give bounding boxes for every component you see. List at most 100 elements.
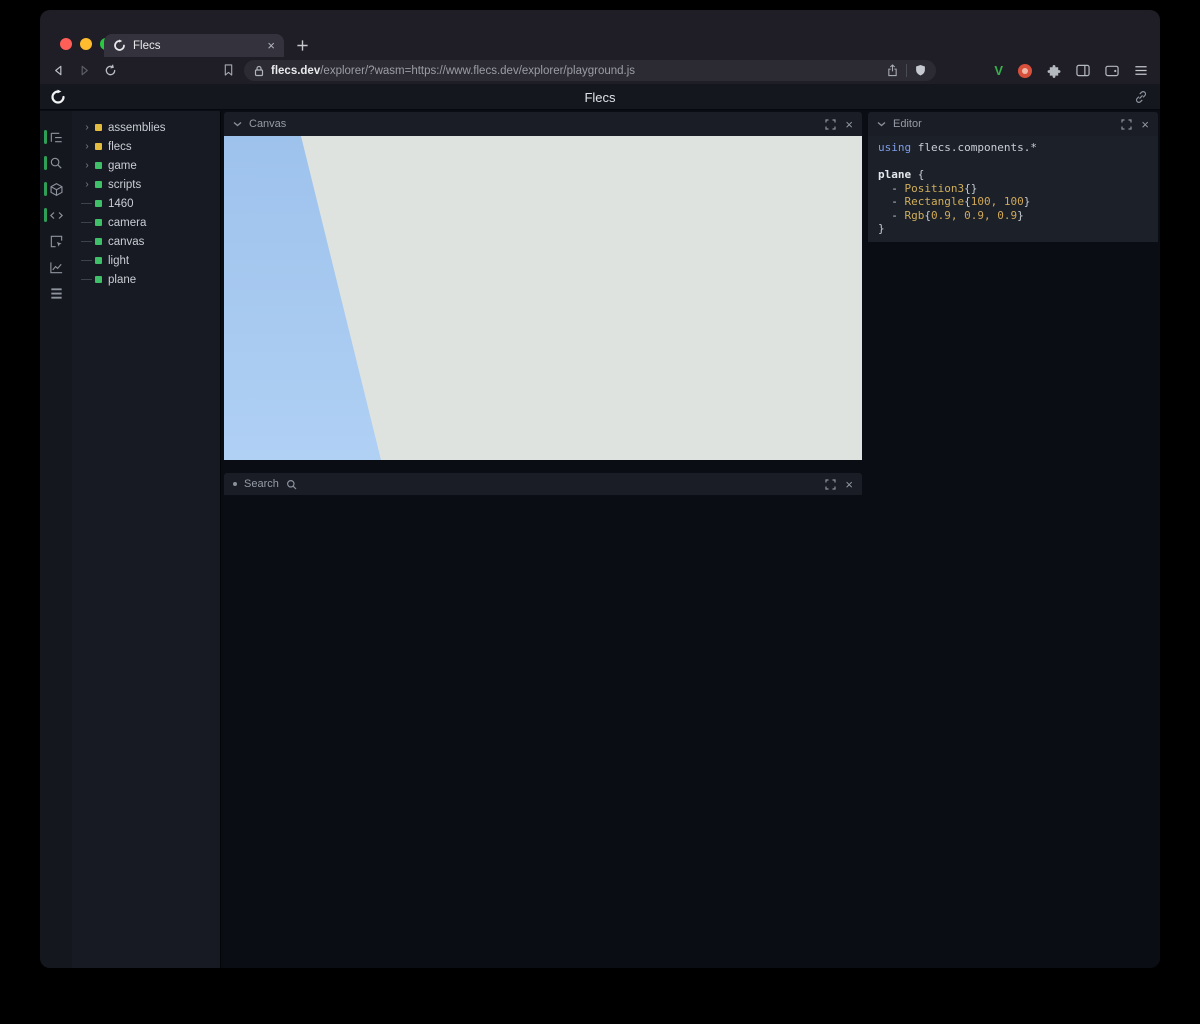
sidebar-item-components[interactable] <box>40 176 72 202</box>
editor-panel: Editor × using flecs.components.* plane … <box>868 112 1158 242</box>
code-line: - Rgb{0.9, 0.9, 0.9} <box>878 209 1148 223</box>
chevron-right-icon[interactable]: › <box>81 160 93 171</box>
tree-item-plane[interactable]: plane <box>72 270 220 289</box>
active-indicator <box>44 130 47 144</box>
browser-window: Flecs × flecs.dev/explorer/?wasm <box>40 10 1160 968</box>
tree-item-1460[interactable]: 1460 <box>72 194 220 213</box>
new-tab-button[interactable] <box>296 39 309 52</box>
tree-guide-line <box>81 222 92 223</box>
link-icon[interactable] <box>1134 90 1148 104</box>
code-line: - Rectangle{100, 100} <box>878 195 1148 209</box>
tool-sidebar <box>40 111 72 968</box>
sidebar-item-inspector[interactable] <box>40 228 72 254</box>
tree-item-camera[interactable]: camera <box>72 213 220 232</box>
entity-color-swatch <box>95 143 102 150</box>
url-text: flecs.dev/explorer/?wasm=https://www.fle… <box>271 65 635 77</box>
tab-close-icon[interactable]: × <box>267 39 275 52</box>
tab-bar: Flecs × <box>40 10 1160 57</box>
tab-title: Flecs <box>133 40 260 52</box>
tree-item-scripts[interactable]: ›scripts <box>72 175 220 194</box>
sidebar-item-query[interactable] <box>40 150 72 176</box>
sidebar-item-entities[interactable] <box>40 124 72 150</box>
code-line <box>878 155 1148 169</box>
url-path: /explorer/?wasm=https://www.flecs.dev/ex… <box>320 65 635 77</box>
tree-item-label: plane <box>108 274 136 286</box>
shield-icon[interactable] <box>915 64 926 77</box>
page-title: Flecs <box>40 90 1160 105</box>
code-icon <box>49 208 64 223</box>
tree-guide-line <box>81 203 92 204</box>
chevron-down-icon[interactable] <box>233 121 242 127</box>
rows-icon <box>49 286 64 301</box>
search-icon <box>49 156 64 171</box>
close-icon[interactable]: × <box>845 118 853 131</box>
code-line: - Position3{} <box>878 182 1148 196</box>
share-icon[interactable] <box>887 64 898 77</box>
close-icon[interactable]: × <box>1141 118 1149 131</box>
search-panel: Search × <box>224 473 862 495</box>
close-icon[interactable]: × <box>845 478 853 491</box>
tree-item-light[interactable]: light <box>72 251 220 270</box>
magnifier-icon <box>286 479 297 490</box>
v-extension-icon[interactable]: V <box>994 63 1003 78</box>
panel-title: Editor <box>893 118 922 130</box>
lock-icon <box>254 65 264 77</box>
chevron-right-icon[interactable]: › <box>81 122 93 133</box>
entity-color-swatch <box>95 276 102 283</box>
search-panel-header[interactable]: Search × <box>224 473 862 495</box>
active-indicator <box>44 156 47 170</box>
tree-item-flecs[interactable]: › flecs <box>72 137 220 156</box>
tree-item-game[interactable]: ›game <box>72 156 220 175</box>
entity-color-swatch <box>95 200 102 207</box>
entity-color-swatch <box>95 124 102 131</box>
menu-icon[interactable] <box>1134 64 1148 77</box>
reload-button[interactable] <box>104 64 117 77</box>
tree-item-label: flecs <box>108 141 132 153</box>
collapsed-dot-icon[interactable] <box>233 482 237 486</box>
url-bar[interactable]: flecs.dev/explorer/?wasm=https://www.fle… <box>244 60 936 81</box>
canvas-sky-region <box>224 136 862 460</box>
forward-button[interactable] <box>78 64 91 77</box>
sidebar-item-scripts[interactable] <box>40 202 72 228</box>
sidebar-item-statistics[interactable] <box>40 254 72 280</box>
red-extension-icon[interactable] <box>1018 64 1032 78</box>
browser-tab[interactable]: Flecs × <box>104 34 284 57</box>
tree-item-label: canvas <box>108 236 144 248</box>
fullscreen-icon[interactable] <box>1121 119 1132 130</box>
canvas-panel-header[interactable]: Canvas × <box>224 112 862 136</box>
url-domain: flecs.dev <box>271 65 320 77</box>
chevron-right-icon[interactable]: › <box>81 141 93 152</box>
close-window-button[interactable] <box>60 38 72 50</box>
tree-guide-line <box>81 241 92 242</box>
back-button[interactable] <box>52 64 65 77</box>
chevron-down-icon[interactable] <box>877 121 886 127</box>
active-indicator <box>44 182 47 196</box>
puzzle-icon[interactable] <box>1047 64 1061 78</box>
tree-item-label: 1460 <box>108 198 134 210</box>
canvas-3d-viewport[interactable] <box>224 136 862 460</box>
wallet-icon[interactable] <box>1105 64 1119 77</box>
tree-item-assemblies[interactable]: › assemblies <box>72 118 220 137</box>
tree-item-label: assemblies <box>108 122 166 134</box>
chart-icon <box>49 260 64 275</box>
code-editor[interactable]: using flecs.components.* plane { - Posit… <box>868 136 1158 242</box>
inspect-icon <box>49 234 64 249</box>
bookmark-icon[interactable] <box>223 63 234 77</box>
entity-color-swatch <box>95 181 102 188</box>
minimize-window-button[interactable] <box>80 38 92 50</box>
panel-title: Canvas <box>249 118 286 130</box>
canvas-panel: Canvas × <box>224 112 862 460</box>
editor-panel-header[interactable]: Editor × <box>868 112 1158 136</box>
sidebar-toggle-icon[interactable] <box>1076 64 1090 77</box>
fullscreen-icon[interactable] <box>825 479 836 490</box>
chevron-right-icon[interactable]: › <box>81 179 93 190</box>
entity-color-swatch <box>95 219 102 226</box>
sidebar-item-logs[interactable] <box>40 280 72 306</box>
code-line: plane { <box>878 168 1148 182</box>
active-indicator <box>44 208 47 222</box>
tree-item-canvas[interactable]: canvas <box>72 232 220 251</box>
fullscreen-icon[interactable] <box>825 119 836 130</box>
tree-item-label: light <box>108 255 129 267</box>
tree-guide-line <box>81 279 92 280</box>
entity-color-swatch <box>95 257 102 264</box>
